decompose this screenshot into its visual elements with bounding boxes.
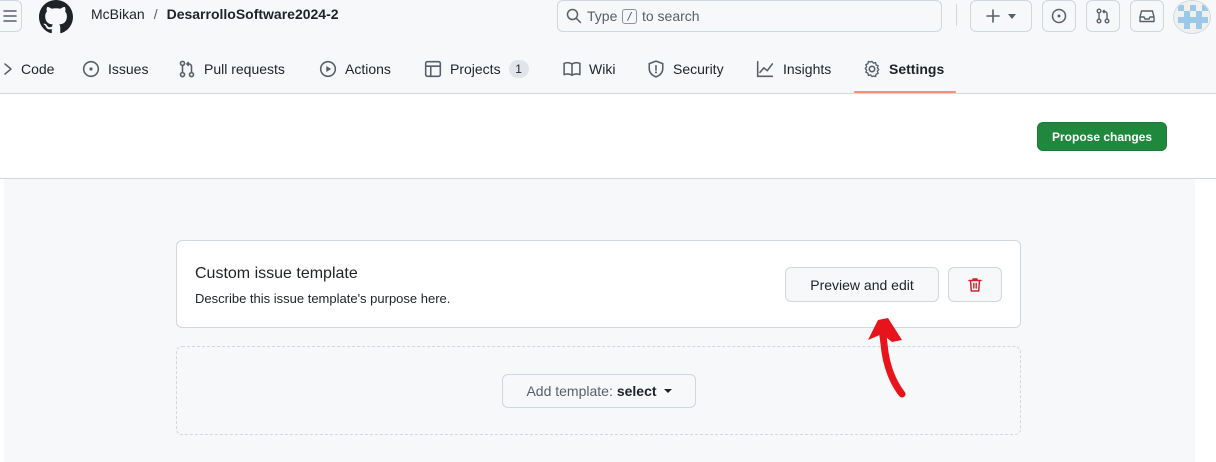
tab-code-label: Code — [21, 61, 55, 77]
tab-actions-label: Actions — [345, 61, 391, 77]
book-icon — [563, 61, 581, 76]
tab-wiki[interactable]: Wiki — [563, 54, 615, 84]
avatar-identicon — [1174, 1, 1210, 33]
tab-pull-requests-label: Pull requests — [204, 61, 285, 77]
active-tab-indicator — [854, 91, 956, 93]
repo-name-link[interactable]: DesarrolloSoftware2024-2 — [167, 6, 339, 22]
tab-security-label: Security — [673, 61, 724, 77]
trash-icon — [968, 277, 982, 292]
add-template-select[interactable]: Add template: select — [502, 374, 696, 408]
issue-opened-icon — [1051, 8, 1067, 24]
breadcrumb-separator: / — [153, 6, 158, 22]
git-pull-request-icon — [179, 60, 195, 78]
template-title: Custom issue template — [195, 265, 358, 282]
search-input[interactable]: Type / to search — [557, 0, 942, 32]
your-pull-requests-button[interactable] — [1086, 0, 1120, 32]
tab-issues[interactable]: Issues — [82, 54, 148, 84]
global-header: McBikan / DesarrolloSoftware2024-2 Type … — [0, 0, 1216, 46]
template-description: Describe this issue template's purpose h… — [195, 291, 451, 306]
code-icon — [4, 63, 12, 75]
propose-changes-button[interactable]: Propose changes — [1037, 122, 1167, 151]
your-issues-button[interactable] — [1042, 0, 1076, 32]
tab-security[interactable]: Security — [647, 54, 724, 84]
tab-insights[interactable]: Insights — [755, 54, 831, 84]
search-icon — [566, 8, 582, 24]
header-divider — [956, 4, 957, 26]
tab-settings[interactable]: Settings — [863, 54, 944, 84]
issue-opened-icon — [82, 60, 100, 78]
hamburger-icon — [3, 10, 17, 22]
add-template-value: select — [616, 383, 657, 399]
gear-icon — [864, 60, 880, 78]
tab-issues-label: Issues — [108, 61, 149, 77]
tab-actions[interactable]: Actions — [319, 54, 391, 84]
shield-icon — [648, 60, 664, 78]
delete-template-button[interactable] — [948, 267, 1002, 302]
repo-owner-link[interactable]: McBikan — [91, 6, 145, 22]
tab-settings-label: Settings — [889, 61, 945, 77]
create-new-button[interactable] — [970, 0, 1032, 32]
tab-code[interactable]: Code — [3, 54, 54, 84]
user-avatar[interactable] — [1173, 0, 1211, 34]
play-icon — [319, 60, 337, 78]
inbox-icon — [1139, 10, 1155, 23]
repo-nav: Code Issues Pull requests Actions Projec… — [0, 46, 1216, 94]
tab-projects[interactable]: Projects 1 — [424, 54, 529, 84]
projects-counter: 1 — [508, 60, 529, 78]
annotation-arrow-icon — [868, 318, 906, 398]
breadcrumb: McBikan / DesarrolloSoftware2024-2 — [91, 6, 339, 22]
search-shortcut-key: / — [622, 8, 637, 24]
tab-insights-label: Insights — [783, 61, 832, 77]
menu-button[interactable] — [0, 0, 22, 32]
triangle-down-icon — [1008, 13, 1016, 19]
github-logo-icon[interactable] — [38, 0, 74, 34]
tab-projects-label: Projects — [450, 61, 501, 77]
add-template-label: Add template: — [526, 383, 613, 399]
plus-icon — [986, 9, 1000, 23]
tab-pull-requests[interactable]: Pull requests — [178, 54, 285, 84]
tab-wiki-label: Wiki — [589, 61, 616, 77]
git-pull-request-icon — [1096, 8, 1110, 24]
search-placeholder-prefix: Type — [587, 8, 618, 24]
search-placeholder-suffix: to search — [641, 8, 700, 24]
preview-and-edit-button[interactable]: Preview and edit — [785, 267, 939, 302]
notifications-button[interactable] — [1130, 0, 1164, 32]
caret-down-icon — [663, 389, 672, 393]
graph-icon — [756, 60, 774, 78]
table-icon — [424, 60, 442, 78]
